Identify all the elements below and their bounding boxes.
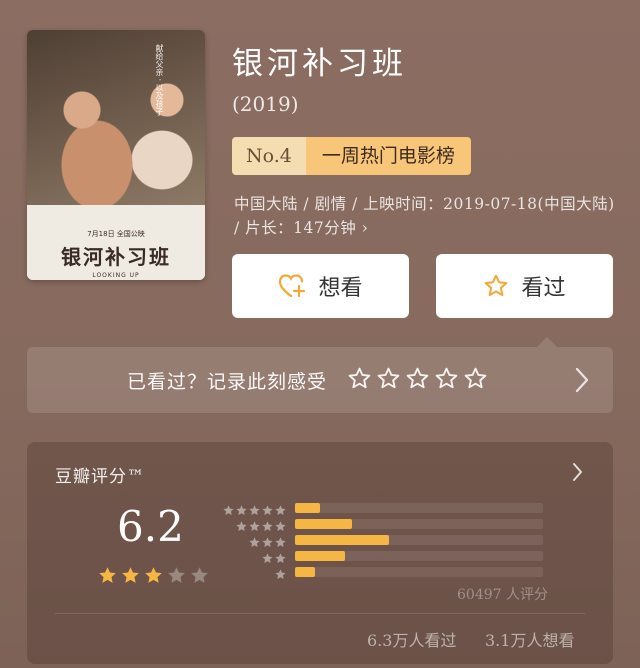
distribution-track xyxy=(295,567,543,577)
distribution-bar xyxy=(295,567,315,577)
distribution-track xyxy=(295,551,543,561)
seen-count[interactable]: 6.3万人看过 xyxy=(367,627,456,651)
want-count[interactable]: 3.1万人想看 xyxy=(485,627,574,651)
movie-year: (2019) xyxy=(232,92,299,116)
rate-star-icon[interactable] xyxy=(347,366,372,395)
poster-release-text: 7月18日 全国公映 xyxy=(87,230,145,238)
card-pointer xyxy=(537,337,557,347)
score-star-icon xyxy=(189,565,210,590)
rate-star-icon[interactable] xyxy=(376,366,401,395)
distribution-row xyxy=(222,516,552,532)
record-prompt: 已看过？记录此刻感受 xyxy=(127,370,328,393)
rating-title: 豆瓣评分™ xyxy=(55,467,145,487)
rank-number: No.4 xyxy=(232,137,306,175)
rating-distribution xyxy=(222,500,552,580)
score-star-icon xyxy=(166,565,187,590)
poster-photo xyxy=(27,30,205,205)
chevron-right-icon[interactable] xyxy=(572,462,583,486)
distribution-track xyxy=(295,503,543,513)
score-star-icon xyxy=(143,565,164,590)
want-to-watch-button[interactable]: 想看 xyxy=(232,254,409,318)
seen-label: 看过 xyxy=(521,276,566,301)
distribution-bar xyxy=(295,551,345,561)
movie-title: 银河补习班 xyxy=(232,46,407,82)
distribution-track xyxy=(295,535,543,545)
star-outline-icon xyxy=(483,273,509,299)
score-star-icon xyxy=(97,565,118,590)
douban-rating-card[interactable]: 豆瓣评分™ 6.2 60497 人评分 6.3万人看过 3.1万人想看 xyxy=(27,442,613,664)
distribution-bar xyxy=(295,503,320,513)
score-stars xyxy=(97,565,210,590)
distribution-row xyxy=(222,564,552,580)
rank-list-label: 一周热门电影榜 xyxy=(305,137,471,175)
poster-caption: 7月18日 全国公映 银河补习班 LOOKING UP xyxy=(27,205,205,280)
want-label: 想看 xyxy=(318,276,363,301)
distribution-row xyxy=(222,548,552,564)
distribution-row xyxy=(222,532,552,548)
poster-title: 银河补习班 xyxy=(61,245,171,269)
rating-score: 6.2 xyxy=(117,502,184,551)
rate-star-icon[interactable] xyxy=(463,366,488,395)
rate-star-icon[interactable] xyxy=(434,366,459,395)
rate-stars[interactable] xyxy=(347,366,488,395)
score-star-icon xyxy=(120,565,141,590)
poster-english-title: LOOKING UP xyxy=(92,272,140,279)
chevron-right-icon xyxy=(575,367,589,397)
small-star-icon xyxy=(274,566,287,585)
distribution-bar xyxy=(295,535,389,545)
movie-poster[interactable]: 献给父亲 · 以及孩子 7月18日 全国公映 银河补习班 LOOKING UP xyxy=(27,30,205,280)
distribution-stars xyxy=(274,566,287,585)
distribution-bar xyxy=(295,519,352,529)
rank-badge[interactable]: No.4 一周热门电影榜 xyxy=(232,137,471,175)
divider xyxy=(55,613,585,614)
movie-meta-info[interactable]: 中国大陆 / 剧情 / 上映时间：2019-07-18(中国大陆) / 片长：1… xyxy=(234,192,618,240)
distribution-track xyxy=(295,519,543,529)
heart-plus-icon xyxy=(278,273,306,299)
watched-button[interactable]: 看过 xyxy=(436,254,613,318)
rating-count: 60497 人评分 xyxy=(457,587,548,603)
rate-star-icon[interactable] xyxy=(405,366,430,395)
record-feeling-card[interactable]: 已看过？记录此刻感受 xyxy=(27,337,613,413)
distribution-row xyxy=(222,500,552,516)
poster-tagline: 献给父亲 · 以及孩子 xyxy=(155,44,164,116)
